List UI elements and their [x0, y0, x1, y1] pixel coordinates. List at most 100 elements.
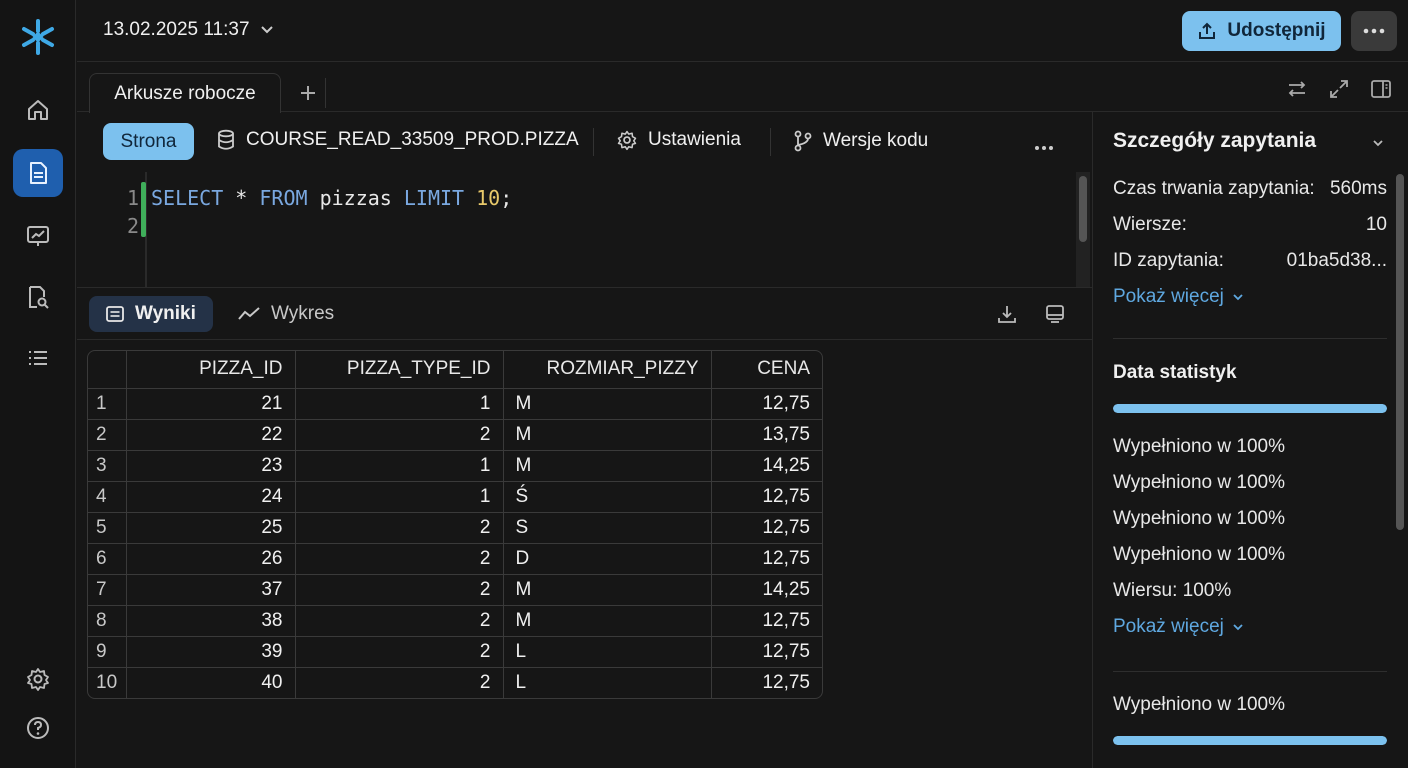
dashboards-nav-button[interactable]: [13, 212, 63, 260]
table-cell[interactable]: 2: [295, 574, 504, 606]
tab-worksheets[interactable]: Arkusze robocze: [89, 73, 281, 113]
collapse-panel-button[interactable]: [1372, 134, 1384, 152]
table-cell[interactable]: 23: [126, 450, 296, 482]
table-cell[interactable]: Ś: [503, 481, 712, 513]
row-number-cell[interactable]: 10: [88, 667, 127, 698]
share-button[interactable]: Udostępnij: [1182, 11, 1341, 51]
table-cell[interactable]: 12,75: [711, 605, 822, 637]
row-number-cell[interactable]: 8: [88, 605, 127, 637]
view-layout-icon[interactable]: [1044, 303, 1066, 325]
row-number-cell[interactable]: 1: [88, 388, 127, 420]
snowflake-logo-icon[interactable]: [19, 18, 57, 56]
worksheet-date-selector[interactable]: 13.02.2025 11:37: [103, 19, 274, 41]
table-cell[interactable]: 12,75: [711, 543, 822, 575]
table-row[interactable]: 6 26 2 D 12,75: [88, 543, 822, 575]
editor-scrollbar[interactable]: [1076, 172, 1090, 287]
table-cell[interactable]: 14,25: [711, 574, 822, 606]
tab-results[interactable]: Wyniki: [89, 296, 213, 332]
row-number-cell[interactable]: 2: [88, 419, 127, 451]
table-cell[interactable]: 2: [295, 419, 504, 451]
table-cell[interactable]: 39: [126, 636, 296, 668]
table-cell[interactable]: 40: [126, 667, 296, 698]
table-row[interactable]: 9 39 2 L 12,75: [88, 636, 822, 668]
expand-icon[interactable]: [1328, 78, 1350, 100]
table-cell[interactable]: M: [503, 605, 712, 637]
code-versions-button[interactable]: Wersje kodu: [793, 129, 928, 153]
column-header[interactable]: CENA: [711, 351, 822, 389]
row-number-cell[interactable]: 6: [88, 543, 127, 575]
table-cell[interactable]: 2: [295, 512, 504, 544]
chevron-down-icon: [1233, 624, 1243, 631]
sql-editor[interactable]: 1 2 SELECT * FROM pizzas LIMIT 10;: [77, 172, 1092, 287]
context-button[interactable]: Strona: [103, 123, 194, 160]
table-cell[interactable]: 14,25: [711, 450, 822, 482]
table-cell[interactable]: 1: [295, 481, 504, 513]
row-number-cell[interactable]: 3: [88, 450, 127, 482]
table-cell[interactable]: 38: [126, 605, 296, 637]
toolbar-more-button[interactable]: [1034, 138, 1054, 156]
table-cell[interactable]: 37: [126, 574, 296, 606]
panel-scrollbar[interactable]: [1396, 174, 1404, 530]
worksheets-nav-button[interactable]: [13, 149, 63, 197]
table-cell[interactable]: 13,75: [711, 419, 822, 451]
table-cell[interactable]: 2: [295, 667, 504, 698]
table-cell[interactable]: M: [503, 450, 712, 482]
table-cell[interactable]: 22: [126, 419, 296, 451]
row-number-header[interactable]: [88, 351, 127, 389]
query-id-value[interactable]: 01ba5d38...: [1287, 250, 1387, 272]
table-cell[interactable]: 12,75: [711, 388, 822, 420]
column-header[interactable]: PIZZA_TYPE_ID: [295, 351, 504, 389]
row-number-cell[interactable]: 5: [88, 512, 127, 544]
table-cell[interactable]: 1: [295, 388, 504, 420]
download-icon[interactable]: [996, 303, 1018, 325]
table-cell[interactable]: 1: [295, 450, 504, 482]
column-header[interactable]: ROZMIAR_PIZZY: [503, 351, 712, 389]
table-row[interactable]: 8 38 2 M 12,75: [88, 605, 822, 637]
table-cell[interactable]: 2: [295, 636, 504, 668]
side-panel-icon[interactable]: [1370, 78, 1392, 100]
home-nav-button[interactable]: [13, 86, 63, 134]
table-cell[interactable]: L: [503, 667, 712, 698]
table-cell[interactable]: 12,75: [711, 481, 822, 513]
table-row[interactable]: 4 24 1 Ś 12,75: [88, 481, 822, 513]
table-row[interactable]: 7 37 2 M 14,25: [88, 574, 822, 606]
tab-chart[interactable]: Wykres: [221, 296, 350, 332]
table-cell[interactable]: 24: [126, 481, 296, 513]
table-cell[interactable]: 12,75: [711, 636, 822, 668]
add-tab-button[interactable]: [290, 78, 326, 108]
row-number-cell[interactable]: 7: [88, 574, 127, 606]
table-cell[interactable]: 2: [295, 605, 504, 637]
table-cell[interactable]: M: [503, 574, 712, 606]
sql-code[interactable]: SELECT * FROM pizzas LIMIT 10;: [151, 184, 512, 212]
duration-row: Czas trwania zapytania: 560ms: [1113, 178, 1387, 200]
help-nav-button[interactable]: [13, 704, 63, 752]
table-row[interactable]: 1 21 1 M 12,75: [88, 388, 822, 420]
database-selector[interactable]: COURSE_READ_33509_PROD.PIZZA: [216, 129, 579, 151]
table-row[interactable]: 2 22 2 M 13,75: [88, 419, 822, 451]
row-number-cell[interactable]: 9: [88, 636, 127, 668]
table-row[interactable]: 5 25 2 S 12,75: [88, 512, 822, 544]
table-cell[interactable]: D: [503, 543, 712, 575]
show-more-link-2[interactable]: Pokaż więcej: [1113, 616, 1244, 638]
swap-icon[interactable]: [1286, 78, 1308, 100]
table-cell[interactable]: M: [503, 419, 712, 451]
table-cell[interactable]: M: [503, 388, 712, 420]
column-header[interactable]: PIZZA_ID: [126, 351, 296, 389]
table-cell[interactable]: 25: [126, 512, 296, 544]
row-number-cell[interactable]: 4: [88, 481, 127, 513]
table-cell[interactable]: 2: [295, 543, 504, 575]
table-cell[interactable]: 12,75: [711, 667, 822, 698]
table-cell[interactable]: S: [503, 512, 712, 544]
settings-nav-button[interactable]: [13, 655, 63, 703]
table-row[interactable]: 10 40 2 L 12,75: [88, 667, 822, 698]
query-history-nav-button[interactable]: [13, 273, 63, 321]
settings-button[interactable]: Ustawienia: [616, 129, 741, 151]
table-cell[interactable]: L: [503, 636, 712, 668]
list-nav-button[interactable]: [13, 334, 63, 382]
show-more-link-1[interactable]: Pokaż więcej: [1113, 286, 1244, 308]
table-row[interactable]: 3 23 1 M 14,25: [88, 450, 822, 482]
table-cell[interactable]: 26: [126, 543, 296, 575]
table-cell[interactable]: 21: [126, 388, 296, 420]
more-options-button[interactable]: [1351, 11, 1397, 51]
table-cell[interactable]: 12,75: [711, 512, 822, 544]
